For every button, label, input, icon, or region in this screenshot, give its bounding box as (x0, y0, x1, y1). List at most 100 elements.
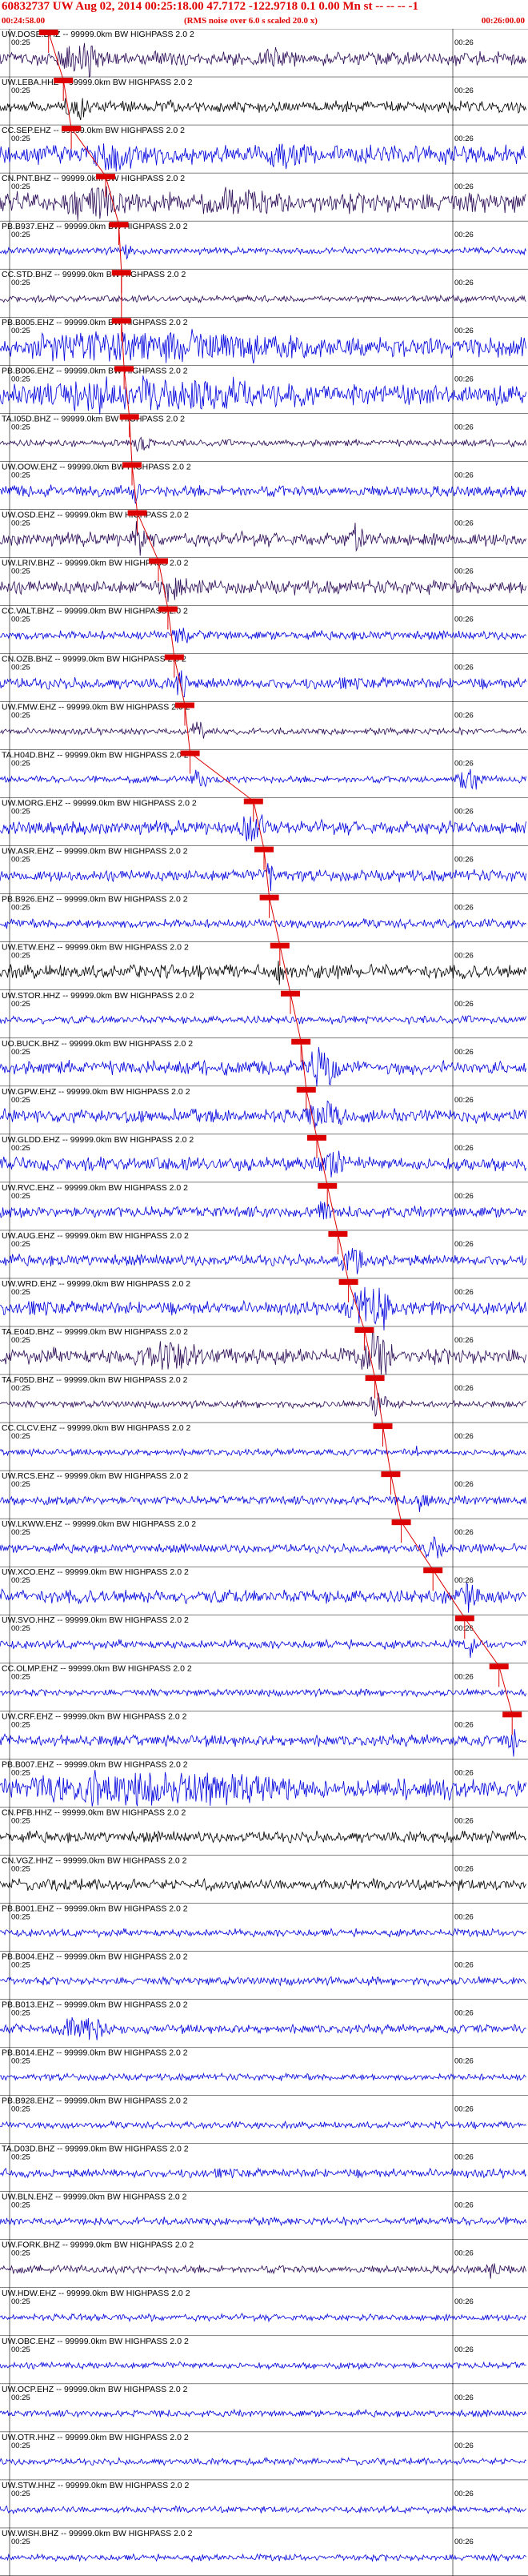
waveform (0, 1976, 526, 1987)
waveform (0, 2553, 526, 2563)
trace-row: UW.OTR.HHZ -- 99999.0km BW HIGHPASS 2.0 … (0, 2431, 528, 2466)
waveform (0, 670, 526, 698)
waveform (0, 1046, 526, 1087)
tick-label-0025: 00:25 (11, 2297, 30, 2306)
tick-label-0026: 00:26 (454, 808, 474, 817)
waveform (0, 2457, 526, 2466)
chart-header: 60832737 UW Aug 02, 2014 00:25:18.00 47.… (0, 0, 528, 29)
tick-label-0025: 00:25 (11, 2442, 30, 2450)
tick-label-0026: 00:26 (454, 1864, 474, 1873)
tick-label-0025: 00:25 (11, 904, 30, 913)
waveform (0, 2016, 526, 2040)
tick-label-0025: 00:25 (11, 712, 30, 720)
tick-label-0025: 00:25 (11, 1240, 30, 1249)
trace-row: UO.BUCK.BHZ -- 99999.0km BW HIGHPASS 2.0… (0, 1037, 528, 1087)
tick-label-0026: 00:26 (454, 86, 474, 95)
tick-label-0025: 00:25 (11, 183, 30, 191)
tick-label-0026: 00:26 (454, 2057, 474, 2066)
waveform (0, 294, 526, 304)
tick-label-0025: 00:25 (11, 231, 30, 239)
trace-row: CC.VALT.BHZ -- 99999.0km BW HIGHPASS 2.0… (0, 605, 528, 644)
trace-row: TA.D03D.BHZ -- 99999.0km BW HIGHPASS 2.0… (0, 2143, 528, 2180)
tick-label-0025: 00:25 (11, 615, 30, 624)
tick-label-0026: 00:26 (454, 615, 474, 624)
trace-row: TA.I05D.BHZ -- 99999.0km BW HIGHPASS 2.0… (0, 413, 528, 452)
waveform (0, 1247, 526, 1274)
waveform (0, 244, 526, 260)
trace-row: UW.OBC.EHZ -- 99999.0km BW HIGHPASS 2.0 … (0, 2335, 528, 2370)
waveform (0, 1582, 526, 1613)
start-time-label: 00:24:58.00 (2, 16, 46, 26)
tick-label-0026: 00:26 (454, 1336, 474, 1345)
trace-row: UW.XCO.EHZ -- 99999.0km BW HIGHPASS 2.0 … (0, 1566, 528, 1613)
tick-label-0026: 00:26 (454, 1288, 474, 1297)
waveform (0, 1877, 526, 1892)
tick-label-0026: 00:26 (454, 1432, 474, 1441)
trace-row: PB.B928.EHZ -- 99999.0km BW HIGHPASS 2.0… (0, 2095, 528, 2130)
trace-row: PB.B926.EHZ -- 99999.0km BW HIGHPASS 2.0… (0, 893, 528, 929)
tick-label-0026: 00:26 (454, 1240, 474, 1249)
tick-label-0025: 00:25 (11, 2201, 30, 2210)
trace-row: CN.PNT.BHZ -- 99999.0km BW HIGHPASS 2.0 … (0, 172, 528, 221)
tick-label-0026: 00:26 (454, 1912, 474, 1921)
waveform (0, 2313, 526, 2323)
waveform (0, 863, 526, 892)
tick-label-0026: 00:26 (454, 2442, 474, 2450)
tick-label-0025: 00:25 (11, 1720, 30, 1729)
waveform (0, 628, 526, 644)
tick-label-0025: 00:25 (11, 808, 30, 817)
trace-row: UW.GPW.EHZ -- 99999.0km BW HIGHPASS 2.0 … (0, 1085, 528, 1130)
trace-row: UW.DOSE.BHZ -- 99999.0km BW HIGHPASS 2.0… (0, 29, 528, 78)
waveform (0, 1830, 526, 1844)
tick-label-0026: 00:26 (454, 1816, 474, 1825)
tick-label-0026: 00:26 (454, 231, 474, 239)
waveform (0, 721, 526, 739)
waveform (0, 42, 526, 78)
tick-label-0025: 00:25 (11, 1288, 30, 1297)
rms-note: (RMS noise over 6.0 s scaled 20.0 x) (184, 16, 318, 26)
trace-label: UW.GLDD.EHZ -- 99999.0km BW HIGHPASS 2.0… (2, 1135, 194, 1145)
tick-label-0026: 00:26 (454, 952, 474, 961)
waveform (0, 1688, 526, 1698)
trace-row: UW.SVO.HHZ -- 99999.0km BW HIGHPASS 2.0 … (0, 1614, 528, 1658)
trace-row: UW.OOW.EHZ -- 99999.0km BW HIGHPASS 2.0 … (0, 461, 528, 504)
trace-row: TA.H04D.BHZ -- 99999.0km BW HIGHPASS 2.0… (0, 749, 528, 790)
tick-label-0025: 00:25 (11, 1768, 30, 1777)
tick-label-0025: 00:25 (11, 2538, 30, 2546)
trace-row: PB.B005.EHZ -- 99999.0km BW HIGHPASS 2.0… (0, 316, 528, 364)
end-time-label: 00:26:00.00 (481, 16, 525, 26)
trace-label: UW.LKWW.EHZ -- 99999.0km BW HIGHPASS 2.0… (2, 1519, 196, 1529)
trace-row: UW.LEBA.HHZ -- 99999.0km BW HIGHPASS 2.0… (0, 76, 528, 121)
waveform (0, 1729, 526, 1757)
tick-label-0025: 00:25 (11, 2490, 30, 2498)
tick-label-0025: 00:25 (11, 1048, 30, 1057)
tick-label-0026: 00:26 (454, 712, 474, 720)
trace-row: UW.BLN.EHZ -- 99999.0km BW HIGHPASS 2.0 … (0, 2191, 528, 2227)
tick-label-0025: 00:25 (11, 2009, 30, 2018)
waveform (0, 1495, 526, 1512)
tick-label-0025: 00:25 (11, 2249, 30, 2258)
waveform (0, 2072, 526, 2082)
waveform (0, 1535, 526, 1559)
trace-row: UW.HDW.EHZ -- 99999.0km BW HIGHPASS 2.0 … (0, 2287, 528, 2323)
tick-label-0025: 00:25 (11, 1096, 30, 1105)
tick-label-0025: 00:25 (11, 2057, 30, 2066)
tick-label-0026: 00:26 (454, 2490, 474, 2498)
tick-label-0026: 00:26 (454, 2249, 474, 2258)
waveform (0, 2216, 526, 2227)
waveform (0, 1638, 526, 1658)
waveform (0, 1928, 526, 1939)
waveform (0, 436, 526, 452)
trace-label: UO.BUCK.BHZ -- 99999.0km BW HIGHPASS 2.0… (2, 1039, 193, 1049)
tick-label-0025: 00:25 (11, 1912, 30, 1921)
trace-label: UW.WISH.BHZ -- 99999.0km BW HIGHPASS 2.0… (2, 2529, 193, 2538)
tick-label-0025: 00:25 (11, 327, 30, 335)
waveform (0, 1201, 526, 1220)
waveform (0, 814, 526, 841)
trace-row: UW.MORG.EHZ -- 99999.0km BW HIGHPASS 2.0… (0, 797, 528, 841)
waveform (0, 1770, 526, 1807)
trace-row: CN.PFB.HHZ -- 99999.0km BW HIGHPASS 2.0 … (0, 1807, 528, 1844)
tick-label-0026: 00:26 (454, 2538, 474, 2546)
tick-label-0025: 00:25 (11, 2153, 30, 2162)
trace-row: UW.FORK.BHZ -- 99999.0km BW HIGHPASS 2.0… (0, 2239, 528, 2279)
